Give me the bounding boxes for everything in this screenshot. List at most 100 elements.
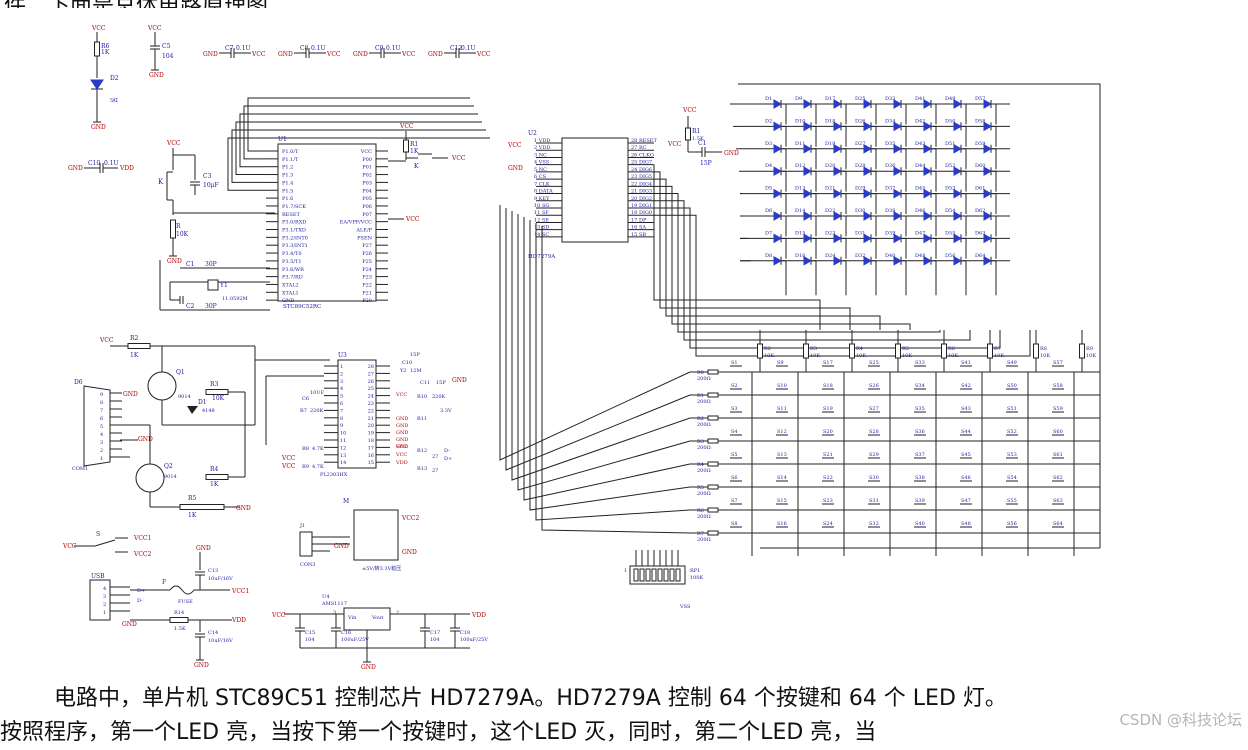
mcu-right-pin-label: EA/VPP/VCC xyxy=(340,220,372,226)
led-ref-d52: D52 xyxy=(945,163,955,169)
led-ref-d39: D39 xyxy=(885,230,895,236)
j1-ref: J1 xyxy=(299,523,305,529)
rp1-element xyxy=(639,568,645,582)
led-ref-d63: D63 xyxy=(975,230,985,236)
led-ref-d17: D17 xyxy=(825,96,835,102)
hd-right-pin-label: 17 DP xyxy=(631,217,647,223)
key-ref-s36: S36 xyxy=(915,429,925,435)
u4-part: AMS1117 xyxy=(321,601,347,607)
key-ref-s46: S46 xyxy=(961,475,971,481)
led-d3 xyxy=(773,143,783,154)
gnd-rc: GND xyxy=(724,150,739,157)
key-bus-wire xyxy=(535,223,691,521)
vcc-c5: VCC xyxy=(147,25,162,32)
vcc1-usb: VCC1 xyxy=(231,588,249,595)
c18-val: 100uF/25V xyxy=(460,637,488,643)
vdd-u4: VDD xyxy=(471,612,486,619)
led-ref-d2: D2 xyxy=(765,118,772,124)
key-ref-s14: S14 xyxy=(777,475,787,481)
mcu-left-pin-label: P1.3 xyxy=(282,173,293,179)
key-ref-s62: S62 xyxy=(1053,475,1063,481)
key-pullup-val: 10K xyxy=(856,353,866,359)
led-ref-d3: D3 xyxy=(765,141,772,147)
hd-c1-ref: C1 xyxy=(698,140,706,147)
key-ref-s16: S16 xyxy=(777,521,787,527)
led-ref-d1: D1 xyxy=(765,96,772,102)
u3-left-num: 11 xyxy=(340,438,346,444)
hd-left-pin-label: 11 SF xyxy=(534,210,549,216)
r14-ref: R14 xyxy=(174,610,184,616)
led-ref-d11: D11 xyxy=(795,141,805,147)
u3-vdd: VDD xyxy=(395,460,408,466)
hd-left-pin-label: 1 VDD xyxy=(534,138,550,144)
vcc-u4: VCC xyxy=(271,612,286,619)
key-bus-wire xyxy=(499,205,691,461)
u4-ref: U4 xyxy=(322,594,329,600)
crystal-ref: Y1 xyxy=(219,282,228,289)
led-ref-d14: D14 xyxy=(795,208,805,214)
gnd-hd: GND xyxy=(508,165,523,172)
csdn-watermark: CSDN @科技论坛 xyxy=(1119,711,1242,729)
cap-row-ref: C8 xyxy=(300,45,309,52)
key-ref-s19: S19 xyxy=(823,406,833,412)
circuit-schematic: VCCR61KD25红GNDVCCGNDC5104 GNDC7 0.1UVCC GND… xyxy=(62,25,1101,671)
led-ref-d43: D43 xyxy=(915,141,925,147)
key-ref-s29: S29 xyxy=(869,452,879,458)
vcc2-m: VCC2 xyxy=(401,515,420,522)
rp1-val: 100K xyxy=(690,575,704,581)
led-ref-d53: D53 xyxy=(945,186,955,192)
c1-val: 30P xyxy=(205,261,217,268)
db9-pin-num: 2 xyxy=(100,448,103,454)
mcu-right-pin-label: P00 xyxy=(362,157,372,163)
led-ref-d49: D49 xyxy=(945,96,955,102)
usb-pin-num: 4 xyxy=(103,586,106,592)
key-pullup-val: 10K xyxy=(810,353,820,359)
mcu-right-pin-label: P23 xyxy=(362,275,372,281)
vcc-r9: VCC xyxy=(281,463,296,470)
hd-c1-val: 15P xyxy=(700,160,712,167)
u3-vcc-b: VCC xyxy=(395,444,407,450)
led-ref-d29: D29 xyxy=(855,186,865,192)
u3-left-num: 14 xyxy=(340,460,346,466)
key-ref-s25: S25 xyxy=(869,360,879,366)
r3-ref: R3 xyxy=(210,381,219,388)
key-ref-s55: S55 xyxy=(1007,498,1017,504)
mcu-right-pin-label: P25 xyxy=(362,259,372,265)
reset-key-ref: K xyxy=(158,178,164,186)
mcu-left-pin-label: XTAL1 xyxy=(282,290,299,296)
key-row-resistor xyxy=(707,461,719,467)
key-pullup-ref: R5 xyxy=(902,346,909,352)
header-j1 xyxy=(299,531,313,557)
led-ref-d55: D55 xyxy=(945,230,955,236)
led-ref-d7: D7 xyxy=(765,230,772,236)
hd-left-pin-label: 12 SE xyxy=(534,217,549,223)
u3-part: PL2303HX xyxy=(320,472,348,478)
diode-d1 xyxy=(187,406,198,414)
r9-ref: R9 xyxy=(302,464,309,470)
key-ref-s45: S45 xyxy=(961,452,971,458)
u3-gnd: GND xyxy=(396,430,408,436)
u3-left-num: 10 xyxy=(340,431,346,437)
c11-ref: C11 xyxy=(420,380,430,386)
vdd-usb: VDD xyxy=(231,617,246,624)
gnd-usb: GND xyxy=(122,621,137,628)
led-ref-d6: D6 xyxy=(765,208,772,214)
led-ref-d22: D22 xyxy=(825,208,835,214)
key-ref-s39: S39 xyxy=(915,498,925,504)
key-row-resistor xyxy=(707,530,719,536)
mcu-left-pin-label: P3.4/T0 xyxy=(282,251,302,257)
vcc-cap-row: VCC xyxy=(476,51,491,58)
key-row-resistor xyxy=(707,438,719,444)
hd-right-pin-label: 22 DIG4 xyxy=(631,181,652,187)
led-ref-d59: D59 xyxy=(975,141,985,147)
mcu-left-pin-label: P1.4 xyxy=(282,180,293,186)
u3-dminus: D- xyxy=(444,448,450,454)
u3-right-num: 26 xyxy=(368,379,374,385)
key-ref-s50: S50 xyxy=(1007,383,1017,389)
key-res-val: 1K xyxy=(410,148,419,155)
led-ref-d60: D60 xyxy=(975,163,985,169)
key-ref-s8: S8 xyxy=(731,521,738,527)
c3-ref: C3 xyxy=(203,173,212,180)
led-ref-d41: D41 xyxy=(915,96,925,102)
c10b-ref: C10 xyxy=(402,360,412,366)
